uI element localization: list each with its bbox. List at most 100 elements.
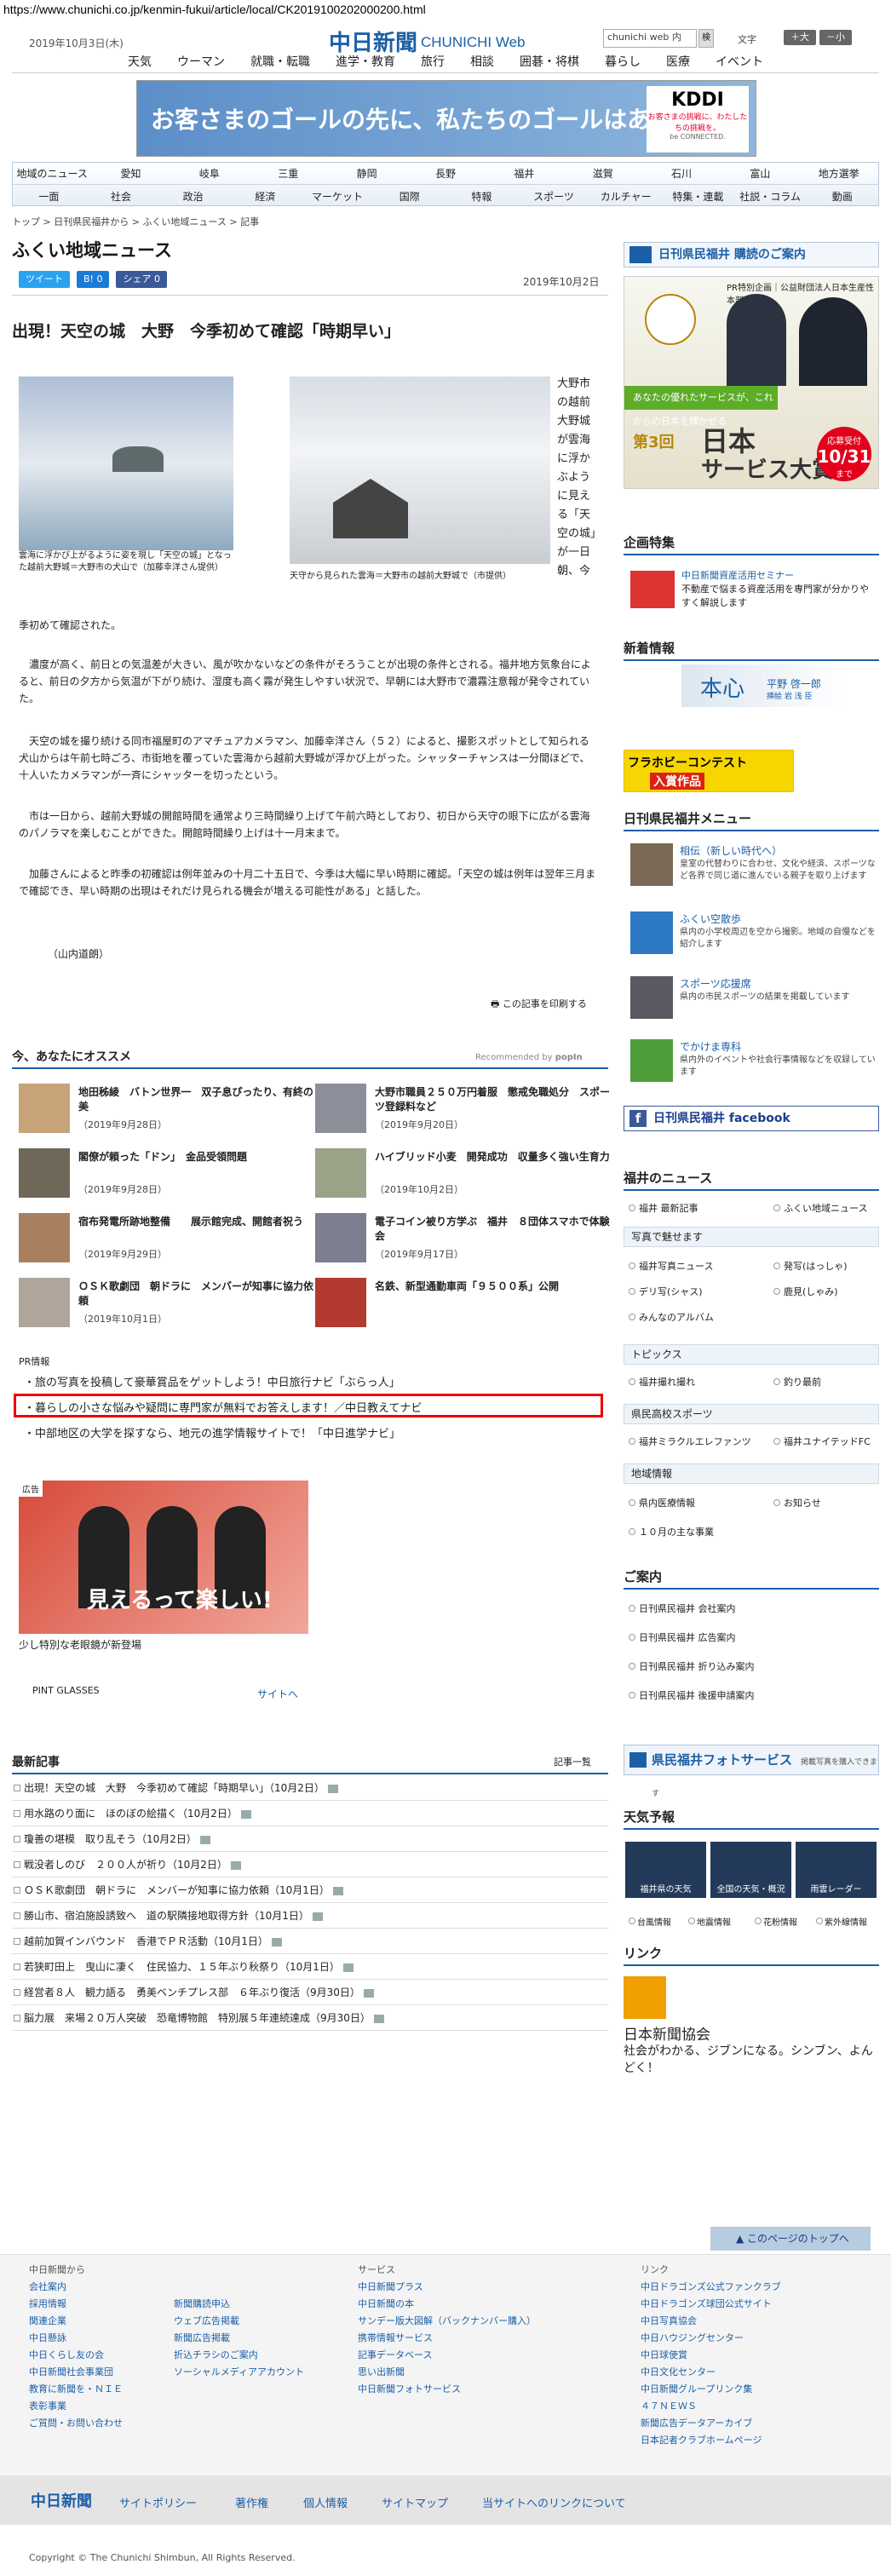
site-search-input[interactable]: chunichi web 内 (603, 29, 697, 48)
footer-link[interactable]: 中日新聞グループリンク集 (641, 2381, 781, 2398)
footer-link[interactable]: 中日新聞の本 (358, 2296, 536, 2313)
search-button[interactable]: 検 (698, 29, 714, 48)
area-tab[interactable]: 愛知 (91, 166, 170, 181)
section-tab[interactable]: 国際 (373, 189, 446, 204)
topnav-item[interactable]: 囲碁・将棋 (520, 53, 579, 72)
sports-link[interactable]: 福井ミラクルエレファンツ (629, 1435, 751, 1448)
ad-site-link[interactable]: サイトへ (257, 1687, 298, 1701)
area-tab[interactable]: 長野 (406, 166, 485, 181)
topnav-item[interactable]: 就職・転職 (250, 53, 310, 72)
pr-link-highlighted[interactable]: ・暮らしの小さな悩みや疑問に専門家が無料でお答えします！／中日教えてナビ (24, 1399, 422, 1415)
area-tab[interactable]: 地方選挙 (800, 166, 878, 181)
article-photo-1[interactable] (19, 377, 233, 550)
service-award-ad[interactable]: PR特別企画｜公益財団法人日本生産性本部 あなたの優れたサービスが、これからの日… (624, 276, 879, 489)
footer-link[interactable]: ソーシャルメディアアカウント (174, 2364, 319, 2381)
sports-link[interactable]: 福井ユナイテッドFC (773, 1435, 871, 1448)
area-tab[interactable]: 岐阜 (170, 166, 249, 181)
footer-link[interactable]: 中日ドラゴンズ公式ファンクラブ (641, 2279, 781, 2296)
topnav-item[interactable]: イベント (716, 53, 763, 72)
footer-link[interactable]: 表彰事業 (29, 2398, 123, 2415)
pr-link[interactable]: ・旅の写真を投稿して豪華賞品をゲットしよう！中日旅行ナビ「ぶらっ人」 (24, 1373, 400, 1389)
area-tab[interactable]: 滋賀 (564, 166, 642, 181)
footer-link[interactable]: 中日写真協会 (641, 2313, 781, 2330)
latest-item[interactable]: 若狭町田上 曳山に凄く 住民協力、１５年ぶり秋祭り（10月1日） (12, 1954, 608, 1980)
footer-link[interactable]: 中日新聞社会事業団 (29, 2364, 123, 2381)
footer-link[interactable]: サンデー版大図解（バックナンバー購入） (358, 2313, 536, 2330)
area-tab[interactable]: 静岡 (327, 166, 405, 181)
rain-radar-button[interactable]: 雨雲レーダー (796, 1842, 877, 1898)
pr-link[interactable]: ・中部地区の大学を探すなら、地元の進学情報サイトで！「中日進学ナビ」 (24, 1424, 400, 1440)
recommend-item[interactable]: 閣僚が頼った「ドン」 金品受領問題 （2019年9月28日） (19, 1148, 317, 1203)
footer-link[interactable]: 中日新聞プラス (358, 2279, 536, 2296)
tweet-button[interactable]: ツイート (19, 271, 70, 288)
footer-link[interactable]: ４７ＮＥＷＳ (641, 2398, 781, 2415)
area-tab[interactable]: 地域のニュース (13, 166, 91, 181)
topnav-item[interactable]: ウーマン (177, 53, 225, 72)
footer-link[interactable]: 中日懸詠 (29, 2330, 123, 2347)
footer-link[interactable]: 中日新聞フォトサービス (358, 2381, 536, 2398)
menu-item[interactable]: でかけま専科 県内外のイベントや社会行事情報などを収録しています (630, 1039, 877, 1090)
recommend-item[interactable]: ハイブリッド小麦 開発成功 収量多く強い生育力 （2019年10月2日） (315, 1148, 613, 1203)
breadcrumb[interactable]: トップ > 日刊県民福井から > ふくい地域ニュース > 記事 (12, 215, 259, 228)
latest-item[interactable]: 出現！天空の城 大野 今季初めて確認「時期早い」（10月2日） (12, 1775, 608, 1801)
menu-item[interactable]: スポーツ応援席 県内の市民スポーツの結果を掲載しています (630, 976, 877, 1027)
topnav-item[interactable]: 進学・教育 (336, 53, 395, 72)
area-link[interactable]: 県内医療情報 (629, 1496, 695, 1509)
recommend-item[interactable]: 地田秭綾 バトン世界一 双子息ぴったり、有終の美 （2019年9月28日） (19, 1084, 317, 1138)
area-tab[interactable]: 石川 (642, 166, 721, 181)
ad-caption[interactable]: 少し特別な老眼鏡が新登場 (19, 1637, 141, 1652)
topnav-item[interactable]: 相談 (470, 53, 494, 72)
latest-item[interactable]: 勝山市、宿泊施設誘致へ 道の駅隣接地取得方針（10月1日） (12, 1903, 608, 1929)
newspaper-association-name[interactable]: 日本新聞協会 (624, 2022, 710, 2044)
photo-link[interactable]: みんなのアルバム (629, 1310, 714, 1324)
footer-link[interactable]: 記事データベース (358, 2347, 536, 2364)
footer-link[interactable]: 新聞購読申込 (174, 2296, 319, 2313)
fukui-area-news-link[interactable]: ふくい地域ニュース (773, 1201, 867, 1215)
footer-link[interactable]: ウェブ広告掲載 (174, 2313, 319, 2330)
footer-link[interactable]: 会社案内 (29, 2279, 123, 2296)
photo-link[interactable]: 鹿見(しゃみ) (773, 1285, 838, 1298)
typhoon-link[interactable]: 台風情報 (629, 1915, 671, 1928)
footer-link[interactable]: 中日くらし友の会 (29, 2347, 123, 2364)
guide-link[interactable]: 日刊県民福井 後援申請案内 (629, 1688, 755, 1702)
latest-item[interactable]: 越前加賀インバウンド 香港でＰＲ活動（10月1日） (12, 1929, 608, 1954)
section-tab[interactable]: 特報 (446, 189, 518, 204)
fukui-latest-link[interactable]: 福井 最新記事 (629, 1201, 698, 1215)
topnav-item[interactable]: 天気 (128, 53, 152, 72)
section-tab[interactable]: 動画 (806, 189, 878, 204)
area-tab[interactable]: 富山 (721, 166, 799, 181)
guide-link[interactable]: 日刊県民福井 広告案内 (629, 1630, 736, 1644)
footer-link[interactable]: 日本記者クラブホームページ (641, 2432, 781, 2449)
footer-link[interactable]: 折込チラシのご案内 (174, 2347, 319, 2364)
footer-link[interactable]: 中日ドラゴンズ球団公式サイト (641, 2296, 781, 2313)
photo-link[interactable]: 発写(はっしゃ) (773, 1259, 848, 1273)
section-tab[interactable]: スポーツ (518, 189, 590, 204)
recommended-by[interactable]: Recommended by popIn (475, 1053, 583, 1062)
hatena-button[interactable]: B! 0 (77, 271, 110, 288)
uv-link[interactable]: 紫外線情報 (816, 1915, 867, 1928)
topics-link[interactable]: 釣り最前 (773, 1375, 821, 1389)
article-photo-2[interactable] (290, 377, 550, 564)
topnav-item[interactable]: 医療 (666, 53, 690, 72)
footer-link[interactable]: ご質問・お問い合わせ (29, 2415, 123, 2432)
recommend-item[interactable]: 大野市職員２５０万円着服 懲戒免職処分 スポーツ登録料など （2019年9月20日… (315, 1084, 613, 1138)
url-bar[interactable]: https://www.chunichi.co.jp/kenmin-fukui/… (0, 0, 891, 19)
hula-contest-banner[interactable]: フラホビーコンテスト 入賞作品 (624, 750, 794, 792)
footer-bottom-link[interactable]: 著作権 (235, 2494, 268, 2510)
footer-link[interactable]: 中日文化センター (641, 2364, 781, 2381)
footer-link[interactable]: 新聞広告掲載 (174, 2330, 319, 2347)
facebook-link[interactable]: 日刊県民福井 facebook (624, 1106, 879, 1131)
newspaper-association-logo[interactable] (624, 1976, 666, 2019)
area-link[interactable]: お知らせ (773, 1496, 821, 1509)
footer-link[interactable]: 新聞広告データアーカイブ (641, 2415, 781, 2432)
kddi-ad-banner[interactable]: お客さまのゴールの先に、私たちのゴールはある。 KDDI お客さまの挑戦に、わた… (136, 80, 756, 157)
section-tab[interactable]: 政治 (157, 189, 229, 204)
text-bigger-button[interactable]: ＋大 (784, 30, 816, 45)
section-tab[interactable]: 経済 (229, 189, 302, 204)
photo-link[interactable]: 福井写真ニュース (629, 1259, 713, 1273)
recommend-item[interactable]: 名鉄、新型通勤車両「９５００系」公開 (315, 1278, 613, 1332)
pollen-link[interactable]: 花粉情報 (755, 1915, 797, 1928)
footer-logo[interactable]: 中日新聞 (31, 2489, 92, 2511)
photo-service-banner[interactable]: 県民福井フォトサービス 掲載写真を購入できます (624, 1745, 879, 1798)
area-link[interactable]: １０月の主な事業 (629, 1525, 714, 1538)
